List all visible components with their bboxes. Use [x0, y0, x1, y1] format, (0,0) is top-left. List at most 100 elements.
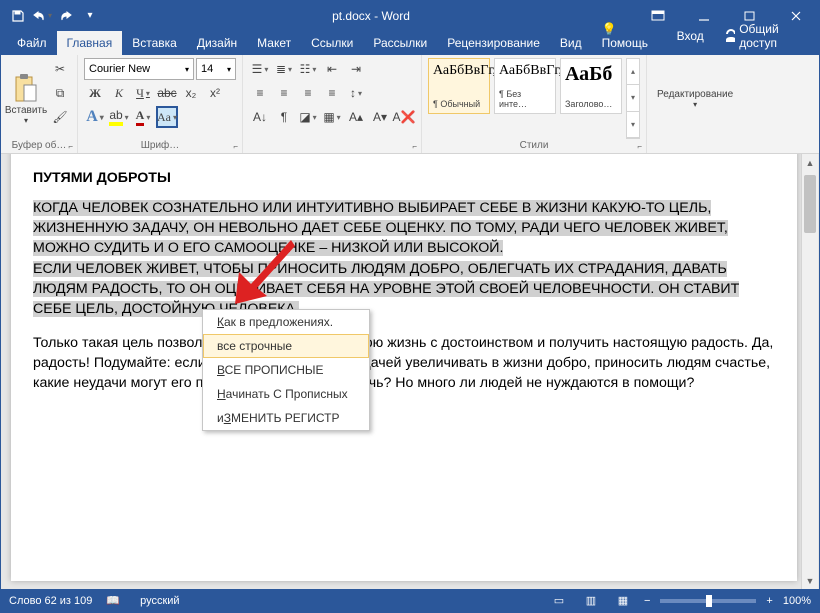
style-name: Заголово…	[565, 99, 617, 109]
align-center-icon[interactable]: ≡	[273, 82, 295, 104]
font-size-combo[interactable]: 14▾	[196, 58, 236, 80]
bold-icon[interactable]: Ж	[84, 82, 106, 104]
style-name: ¶ Обычный	[433, 99, 485, 109]
multilevel-list-icon[interactable]: ☷	[297, 58, 319, 80]
case-capitalize[interactable]: Начинать С Прописных	[203, 382, 369, 406]
word-count[interactable]: Слово 62 из 109	[9, 595, 92, 607]
editing-label: Редактирование	[657, 89, 733, 100]
font-name-combo[interactable]: Courier New▾	[84, 58, 194, 80]
lbl: ачинать С Прописных	[226, 387, 348, 401]
scroll-thumb[interactable]	[804, 175, 816, 233]
styles-scroll[interactable]: ▴▾▾	[626, 58, 640, 139]
grow-font-icon[interactable]: A▴	[345, 106, 367, 128]
change-case-menu: Как в предложениях. все строчные ВСЕ ПРО…	[202, 309, 370, 431]
red-arrow-annotation	[235, 238, 295, 308]
align-right-icon[interactable]: ≡	[297, 82, 319, 104]
subscript-icon[interactable]: x₂	[180, 82, 202, 104]
underline-icon[interactable]: Ч	[132, 82, 154, 104]
cut-icon[interactable]: ✂	[49, 58, 71, 80]
tab-references[interactable]: Ссылки	[301, 31, 363, 55]
clear-formatting-icon[interactable]: A❌	[393, 106, 415, 128]
save-icon[interactable]	[7, 5, 29, 27]
font-color-icon[interactable]: A	[132, 106, 154, 128]
tab-insert[interactable]: Вставка	[122, 31, 187, 55]
document-area: ПУТЯМИ ДОБРОТЫ КОГДА ЧЕЛОВЕК СОЗНАТЕЛЬНО…	[1, 154, 819, 589]
sort-icon[interactable]: A↓	[249, 106, 271, 128]
text-effects-icon[interactable]: A	[84, 106, 106, 128]
tab-home[interactable]: Главная	[57, 31, 123, 55]
vertical-scrollbar[interactable]: ▲ ▼	[801, 154, 818, 589]
sign-in[interactable]: Вход	[667, 24, 714, 48]
case-toggle[interactable]: иЗМЕНИТЬ РЕГИСТР	[203, 406, 369, 430]
tab-review[interactable]: Рецензирование	[437, 31, 550, 55]
lbl: МЕНИТЬ РЕГИСТР	[231, 411, 340, 425]
italic-icon[interactable]: К	[108, 82, 130, 104]
case-uppercase[interactable]: ВСЕ ПРОПИСНЫЕ	[203, 358, 369, 382]
lbl: ак в предложениях.	[224, 315, 333, 329]
show-marks-icon[interactable]: ¶	[273, 106, 295, 128]
redo-icon[interactable]	[55, 5, 77, 27]
decrease-indent-icon[interactable]: ⇤	[321, 58, 343, 80]
case-lowercase[interactable]: все строчные	[203, 334, 369, 358]
doc-para-selected-1: КОГДА ЧЕЛОВЕК СОЗНАТЕЛЬНО ИЛИ ИНТУИТИВНО…	[33, 200, 728, 256]
editing-button[interactable]: Редактирование ▾	[653, 58, 737, 139]
zoom-in-icon[interactable]: +	[766, 595, 772, 607]
tab-file[interactable]: Файл	[7, 31, 57, 55]
bullets-icon[interactable]: ☰	[249, 58, 271, 80]
font-name-value: Courier New	[89, 63, 150, 75]
font-group-label: Шриф…	[84, 140, 236, 151]
tell-me[interactable]: Помощь	[592, 17, 665, 55]
share-button[interactable]: Общий доступ	[716, 19, 813, 53]
scroll-down-icon[interactable]: ▼	[802, 572, 818, 589]
tab-view[interactable]: Вид	[550, 31, 592, 55]
superscript-icon[interactable]: x²	[204, 82, 226, 104]
scroll-up-icon[interactable]: ▲	[802, 154, 818, 171]
page[interactable]: ПУТЯМИ ДОБРОТЫ КОГДА ЧЕЛОВЕК СОЗНАТЕЛЬНО…	[11, 154, 797, 581]
paste-label: Вставить	[5, 105, 47, 116]
doc-para-selected-2: ЕСЛИ ЧЕЛОВЕК ЖИВЕТ, ЧТОБЫ ПРИНОСИТЬ ЛЮДЯ…	[33, 261, 739, 317]
numbering-icon[interactable]: ≣	[273, 58, 295, 80]
paste-button[interactable]: Вставить ▾	[7, 58, 45, 139]
doc-para-3: Только такая цель позволяет человеку про…	[33, 333, 775, 393]
style-normal[interactable]: АаБбВвГг, ¶ Обычный	[428, 58, 490, 114]
lbl: СЕ ПРОПИСНЫЕ	[225, 363, 324, 377]
share-label: Общий доступ	[739, 22, 805, 50]
clipboard-group-label: Буфер об…	[7, 140, 71, 151]
language[interactable]: русский	[140, 595, 179, 607]
tab-mailings[interactable]: Рассылки	[363, 31, 437, 55]
change-case-button[interactable]: Aa	[156, 106, 178, 128]
style-sample: АаБбВвГг,	[499, 63, 551, 79]
view-print-icon[interactable]: ▥	[580, 592, 602, 610]
tab-layout[interactable]: Макет	[247, 31, 301, 55]
qat-customize-icon[interactable]: ▾	[79, 5, 101, 27]
undo-icon[interactable]	[31, 5, 53, 27]
paragraph-group-label	[249, 140, 415, 151]
zoom-level[interactable]: 100%	[783, 595, 811, 607]
style-name: ¶ Без инте…	[499, 89, 551, 109]
tab-design[interactable]: Дизайн	[187, 31, 247, 55]
view-read-icon[interactable]: ▭	[548, 592, 570, 610]
shrink-font-icon[interactable]: A▾	[369, 106, 391, 128]
strikethrough-icon[interactable]: abc	[156, 82, 178, 104]
style-heading1[interactable]: АаБб Заголово…	[560, 58, 622, 114]
zoom-out-icon[interactable]: −	[644, 595, 650, 607]
case-sentence[interactable]: Как в предложениях.	[203, 310, 369, 334]
line-spacing-icon[interactable]: ↕	[345, 82, 367, 104]
status-bar: Слово 62 из 109 📖 русский ▭ ▥ ▦ − + 100%	[1, 589, 819, 612]
style-nospacing[interactable]: АаБбВвГг, ¶ Без инте…	[494, 58, 556, 114]
shading-icon[interactable]: ◪	[297, 106, 319, 128]
style-sample: АаБб	[565, 63, 617, 86]
format-painter-icon[interactable]: 🖌	[49, 106, 71, 128]
window-title: pt.docx - Word	[107, 9, 635, 23]
doc-heading: ПУТЯМИ ДОБРОТЫ	[33, 168, 775, 188]
zoom-slider[interactable]	[660, 599, 756, 603]
align-left-icon[interactable]: ≡	[249, 82, 271, 104]
borders-icon[interactable]: ▦	[321, 106, 343, 128]
justify-icon[interactable]: ≡	[321, 82, 343, 104]
increase-indent-icon[interactable]: ⇥	[345, 58, 367, 80]
copy-icon[interactable]: ⧉	[49, 82, 71, 104]
styles-group-label: Стили	[428, 140, 640, 151]
view-web-icon[interactable]: ▦	[612, 592, 634, 610]
spell-check-icon[interactable]: 📖	[106, 594, 120, 607]
highlight-icon[interactable]: ab	[108, 106, 130, 128]
